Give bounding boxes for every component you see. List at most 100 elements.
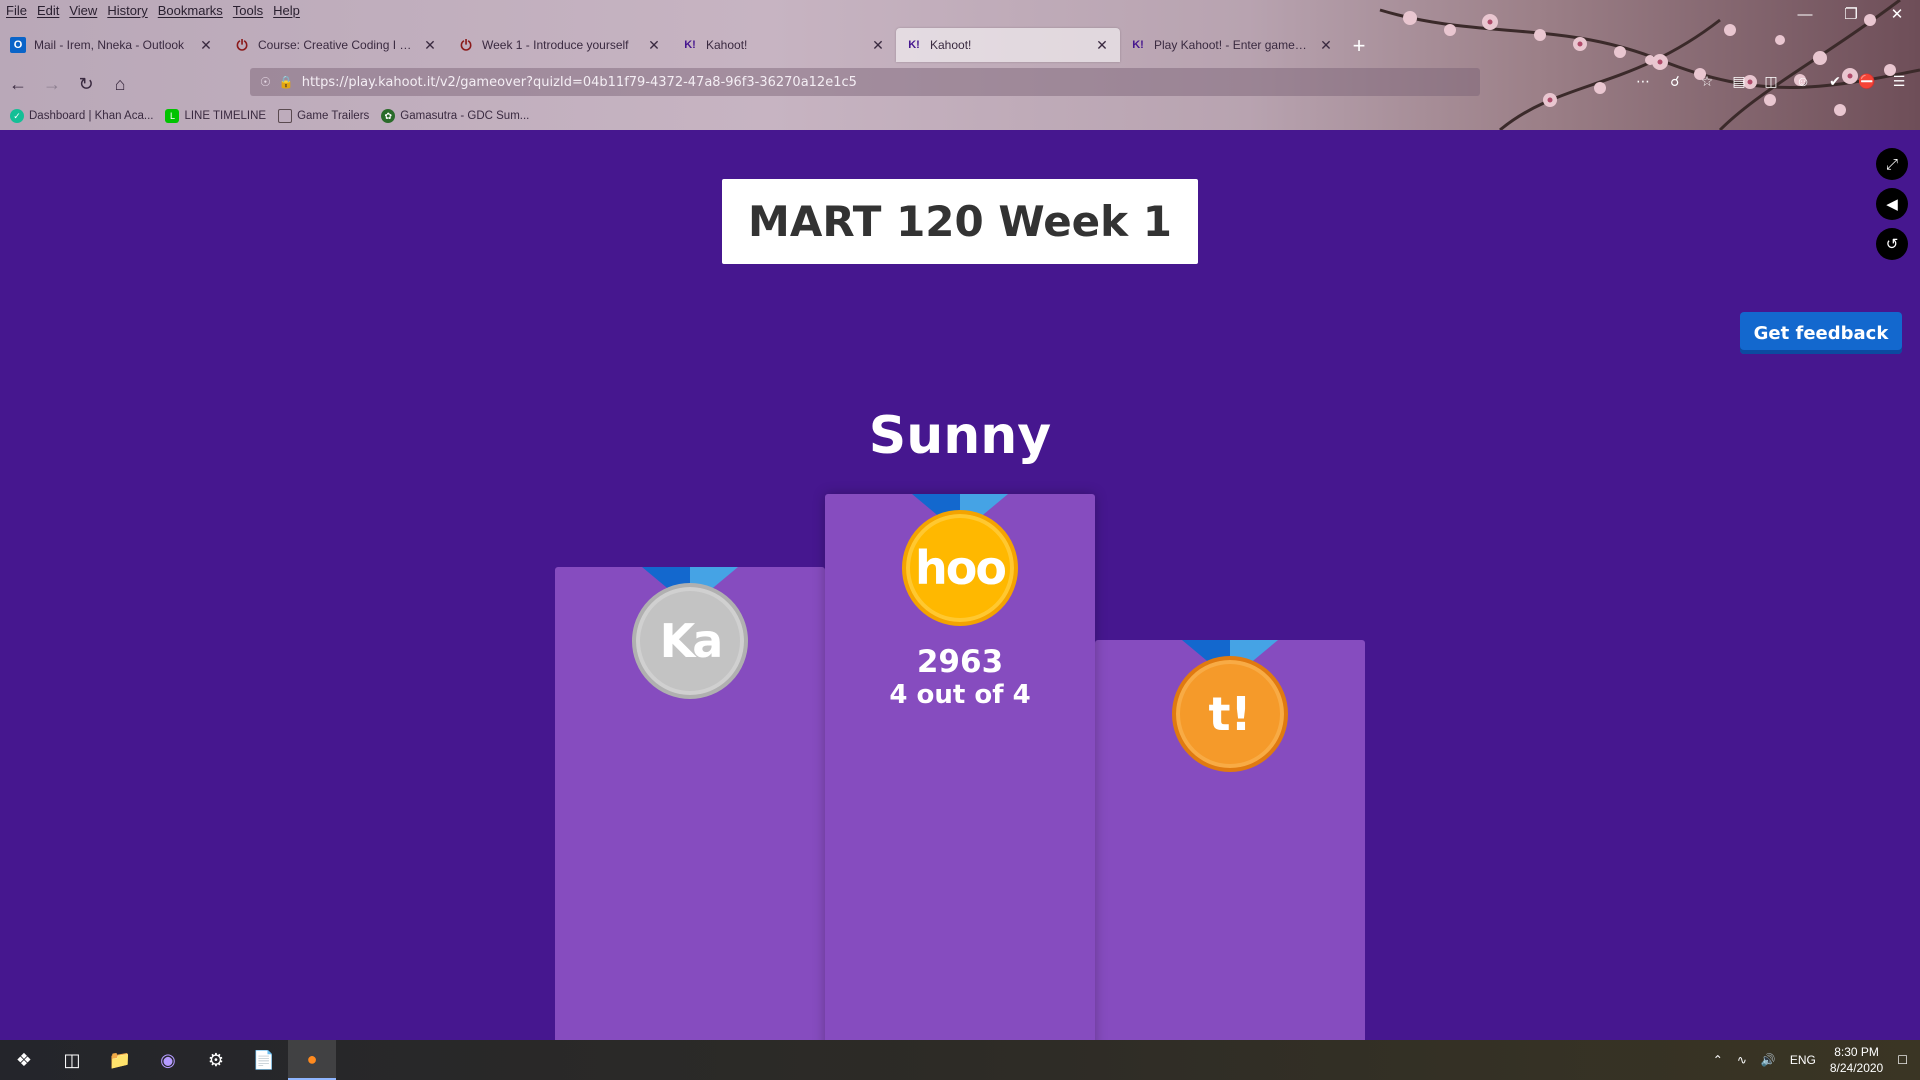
tab-title: Week 1 - Introduce yourself: [482, 38, 629, 52]
window-controls: — ❐ ✕: [1782, 0, 1920, 28]
forward-icon[interactable]: →: [36, 68, 68, 100]
bronze-medal-icon: t!: [1172, 656, 1288, 772]
input-language[interactable]: ENG: [1790, 1053, 1816, 1067]
library-icon[interactable]: ▤: [1728, 70, 1750, 92]
account-icon[interactable]: ☺: [1792, 70, 1814, 92]
url-text[interactable]: https://play.kahoot.it/v2/gameover?quizI…: [302, 75, 857, 90]
close-window-icon[interactable]: ✕: [1874, 0, 1920, 28]
canvas-icon: ⏻: [236, 36, 248, 53]
close-icon[interactable]: ✕: [422, 37, 438, 54]
shield-icon[interactable]: ☉: [260, 75, 271, 89]
kahoot-icon: K!: [1132, 39, 1144, 51]
extension-check-icon[interactable]: ✔: [1824, 70, 1846, 92]
sound-icon[interactable]: ◀: [1876, 188, 1908, 220]
tab-title: Mail - Irem, Nneka - Outlook: [34, 38, 185, 52]
winner-correct-count: 4 out of 4: [889, 680, 1031, 710]
menu-bar: File Edit View History Bookmarks Tools H…: [0, 0, 300, 20]
get-feedback-button[interactable]: Get feedback: [1740, 312, 1902, 354]
menu-history[interactable]: History: [107, 3, 147, 18]
bookmark-game-trailers[interactable]: Game Trailers: [278, 109, 369, 123]
close-icon[interactable]: ✕: [646, 37, 662, 54]
tab-kahoot-active[interactable]: K! Kahoot! ✕: [896, 28, 1120, 62]
lock-icon[interactable]: 🔒: [279, 75, 294, 89]
bookmark-line[interactable]: L LINE TIMELINE: [165, 109, 266, 123]
close-icon[interactable]: ✕: [870, 37, 886, 54]
toolbar-icons: ⋯ ☌ ☆ ▤ ◫ ☺ ✔ ⛔ ☰: [1632, 70, 1910, 92]
firefox-icon[interactable]: ●: [288, 1040, 336, 1080]
task-view-icon[interactable]: ◫: [48, 1040, 96, 1080]
reload-icon[interactable]: ↻: [70, 68, 102, 100]
fullscreen-icon[interactable]: ⤢: [1876, 148, 1908, 180]
tab-week1[interactable]: ⏻ Week 1 - Introduce yourself ✕: [448, 28, 672, 62]
home-icon[interactable]: ⌂: [104, 68, 136, 100]
bookmarks-bar: ✓ Dashboard | Khan Aca... L LINE TIMELIN…: [0, 104, 529, 128]
menu-view[interactable]: View: [69, 3, 97, 18]
back-icon[interactable]: ←: [2, 68, 34, 100]
windows-taskbar: ❖ ◫ 📁 ◉ ⚙ 📄 ● ⌃ ∿ 🔊 ENG 8:30 PM 8/24/202…: [0, 1040, 1920, 1080]
new-tab-icon[interactable]: +: [1344, 28, 1374, 64]
minimize-icon[interactable]: —: [1782, 0, 1828, 28]
network-icon[interactable]: ∿: [1737, 1053, 1747, 1067]
file-explorer-icon[interactable]: 📁: [96, 1040, 144, 1080]
bookmark-label: Dashboard | Khan Aca...: [29, 110, 154, 122]
gold-medal-icon: hoo: [902, 510, 1018, 626]
kahoot-gameover-page: MART 120 Week 1 ⤢ ◀ ↺ Get feedback Sunny…: [0, 130, 1920, 1040]
menu-file[interactable]: File: [6, 3, 27, 18]
folder-icon: [278, 109, 293, 123]
system-tray: ⌃ ∿ 🔊 ENG 8:30 PM 8/24/2020 ☐: [1713, 1040, 1920, 1080]
podium-first-place: hoo 2963 4 out of 4: [825, 494, 1095, 1040]
bookmark-khan[interactable]: ✓ Dashboard | Khan Aca...: [10, 109, 153, 123]
menu-help[interactable]: Help: [273, 3, 300, 18]
bookmark-label: Gamasutra - GDC Sum...: [400, 110, 530, 122]
tab-outlook[interactable]: O Mail - Irem, Nneka - Outlook ✕: [0, 28, 224, 62]
kahoot-icon: K!: [684, 39, 696, 51]
notifications-icon[interactable]: ☐: [1897, 1053, 1908, 1067]
menu-tools[interactable]: Tools: [233, 3, 263, 18]
silver-medal-icon: Ka: [632, 583, 748, 699]
restart-icon[interactable]: ↺: [1876, 228, 1908, 260]
bookmark-star-icon[interactable]: ☆: [1696, 70, 1718, 92]
volume-icon[interactable]: 🔊: [1761, 1053, 1776, 1067]
tab-title: Play Kahoot! - Enter game PIN: [1154, 38, 1310, 52]
clock[interactable]: 8:30 PM 8/24/2020: [1830, 1044, 1883, 1076]
restore-icon[interactable]: ❐: [1828, 0, 1874, 28]
game-controls: ⤢ ◀ ↺: [1876, 148, 1908, 260]
close-icon[interactable]: ✕: [1318, 37, 1334, 54]
winner-name: Sunny: [868, 406, 1052, 466]
browser-chrome: File Edit View History Bookmarks Tools H…: [0, 0, 1920, 130]
podium-third-place: t!: [1095, 640, 1365, 1040]
winner-score: 2963: [916, 644, 1004, 680]
tab-title: Kahoot!: [930, 38, 972, 52]
clock-date: 8/24/2020: [1829, 1061, 1884, 1075]
menu-bookmarks[interactable]: Bookmarks: [158, 3, 223, 18]
more-actions-icon[interactable]: ⋯: [1632, 70, 1654, 92]
tab-kahoot[interactable]: K! Kahoot! ✕: [672, 28, 896, 62]
close-icon[interactable]: ✕: [198, 37, 214, 54]
pocket-icon[interactable]: ☌: [1664, 70, 1686, 92]
close-icon[interactable]: ✕: [1094, 37, 1110, 54]
outlook-icon: O: [10, 37, 26, 53]
adblock-icon[interactable]: ⛔: [1856, 70, 1878, 92]
bookmark-gamasutra[interactable]: ✿ Gamasutra - GDC Sum...: [381, 109, 529, 123]
bookmark-label: LINE TIMELINE: [184, 110, 267, 122]
sidebar-icon[interactable]: ◫: [1760, 70, 1782, 92]
chat-app-icon[interactable]: ◉: [144, 1040, 192, 1080]
document-app-icon[interactable]: 📄: [240, 1040, 288, 1080]
quiz-title: MART 120 Week 1: [748, 197, 1172, 246]
line-icon: L: [165, 109, 180, 123]
tab-course[interactable]: ⏻ Course: Creative Coding I (Sec ✕: [224, 28, 448, 62]
menu-edit[interactable]: Edit: [37, 3, 59, 18]
khan-academy-icon: ✓: [10, 109, 24, 123]
bookmark-label: Game Trailers: [297, 110, 370, 122]
tray-expand-icon[interactable]: ⌃: [1713, 1053, 1723, 1067]
podium-second-place: Ka: [555, 567, 825, 1040]
menu-icon[interactable]: ☰: [1888, 70, 1910, 92]
tab-title: Course: Creative Coding I (Sec: [258, 38, 414, 52]
tab-play-kahoot[interactable]: K! Play Kahoot! - Enter game PIN ✕: [1120, 28, 1344, 62]
canvas-icon: ⏻: [460, 36, 472, 53]
clock-time: 8:30 PM: [1834, 1045, 1879, 1059]
tab-strip: O Mail - Irem, Nneka - Outlook ✕ ⏻ Cours…: [0, 28, 1374, 64]
url-bar[interactable]: ☉ 🔒 https://play.kahoot.it/v2/gameover?q…: [250, 68, 1480, 96]
windows-start-icon[interactable]: ❖: [0, 1040, 48, 1080]
app-icon[interactable]: ⚙: [192, 1040, 240, 1080]
